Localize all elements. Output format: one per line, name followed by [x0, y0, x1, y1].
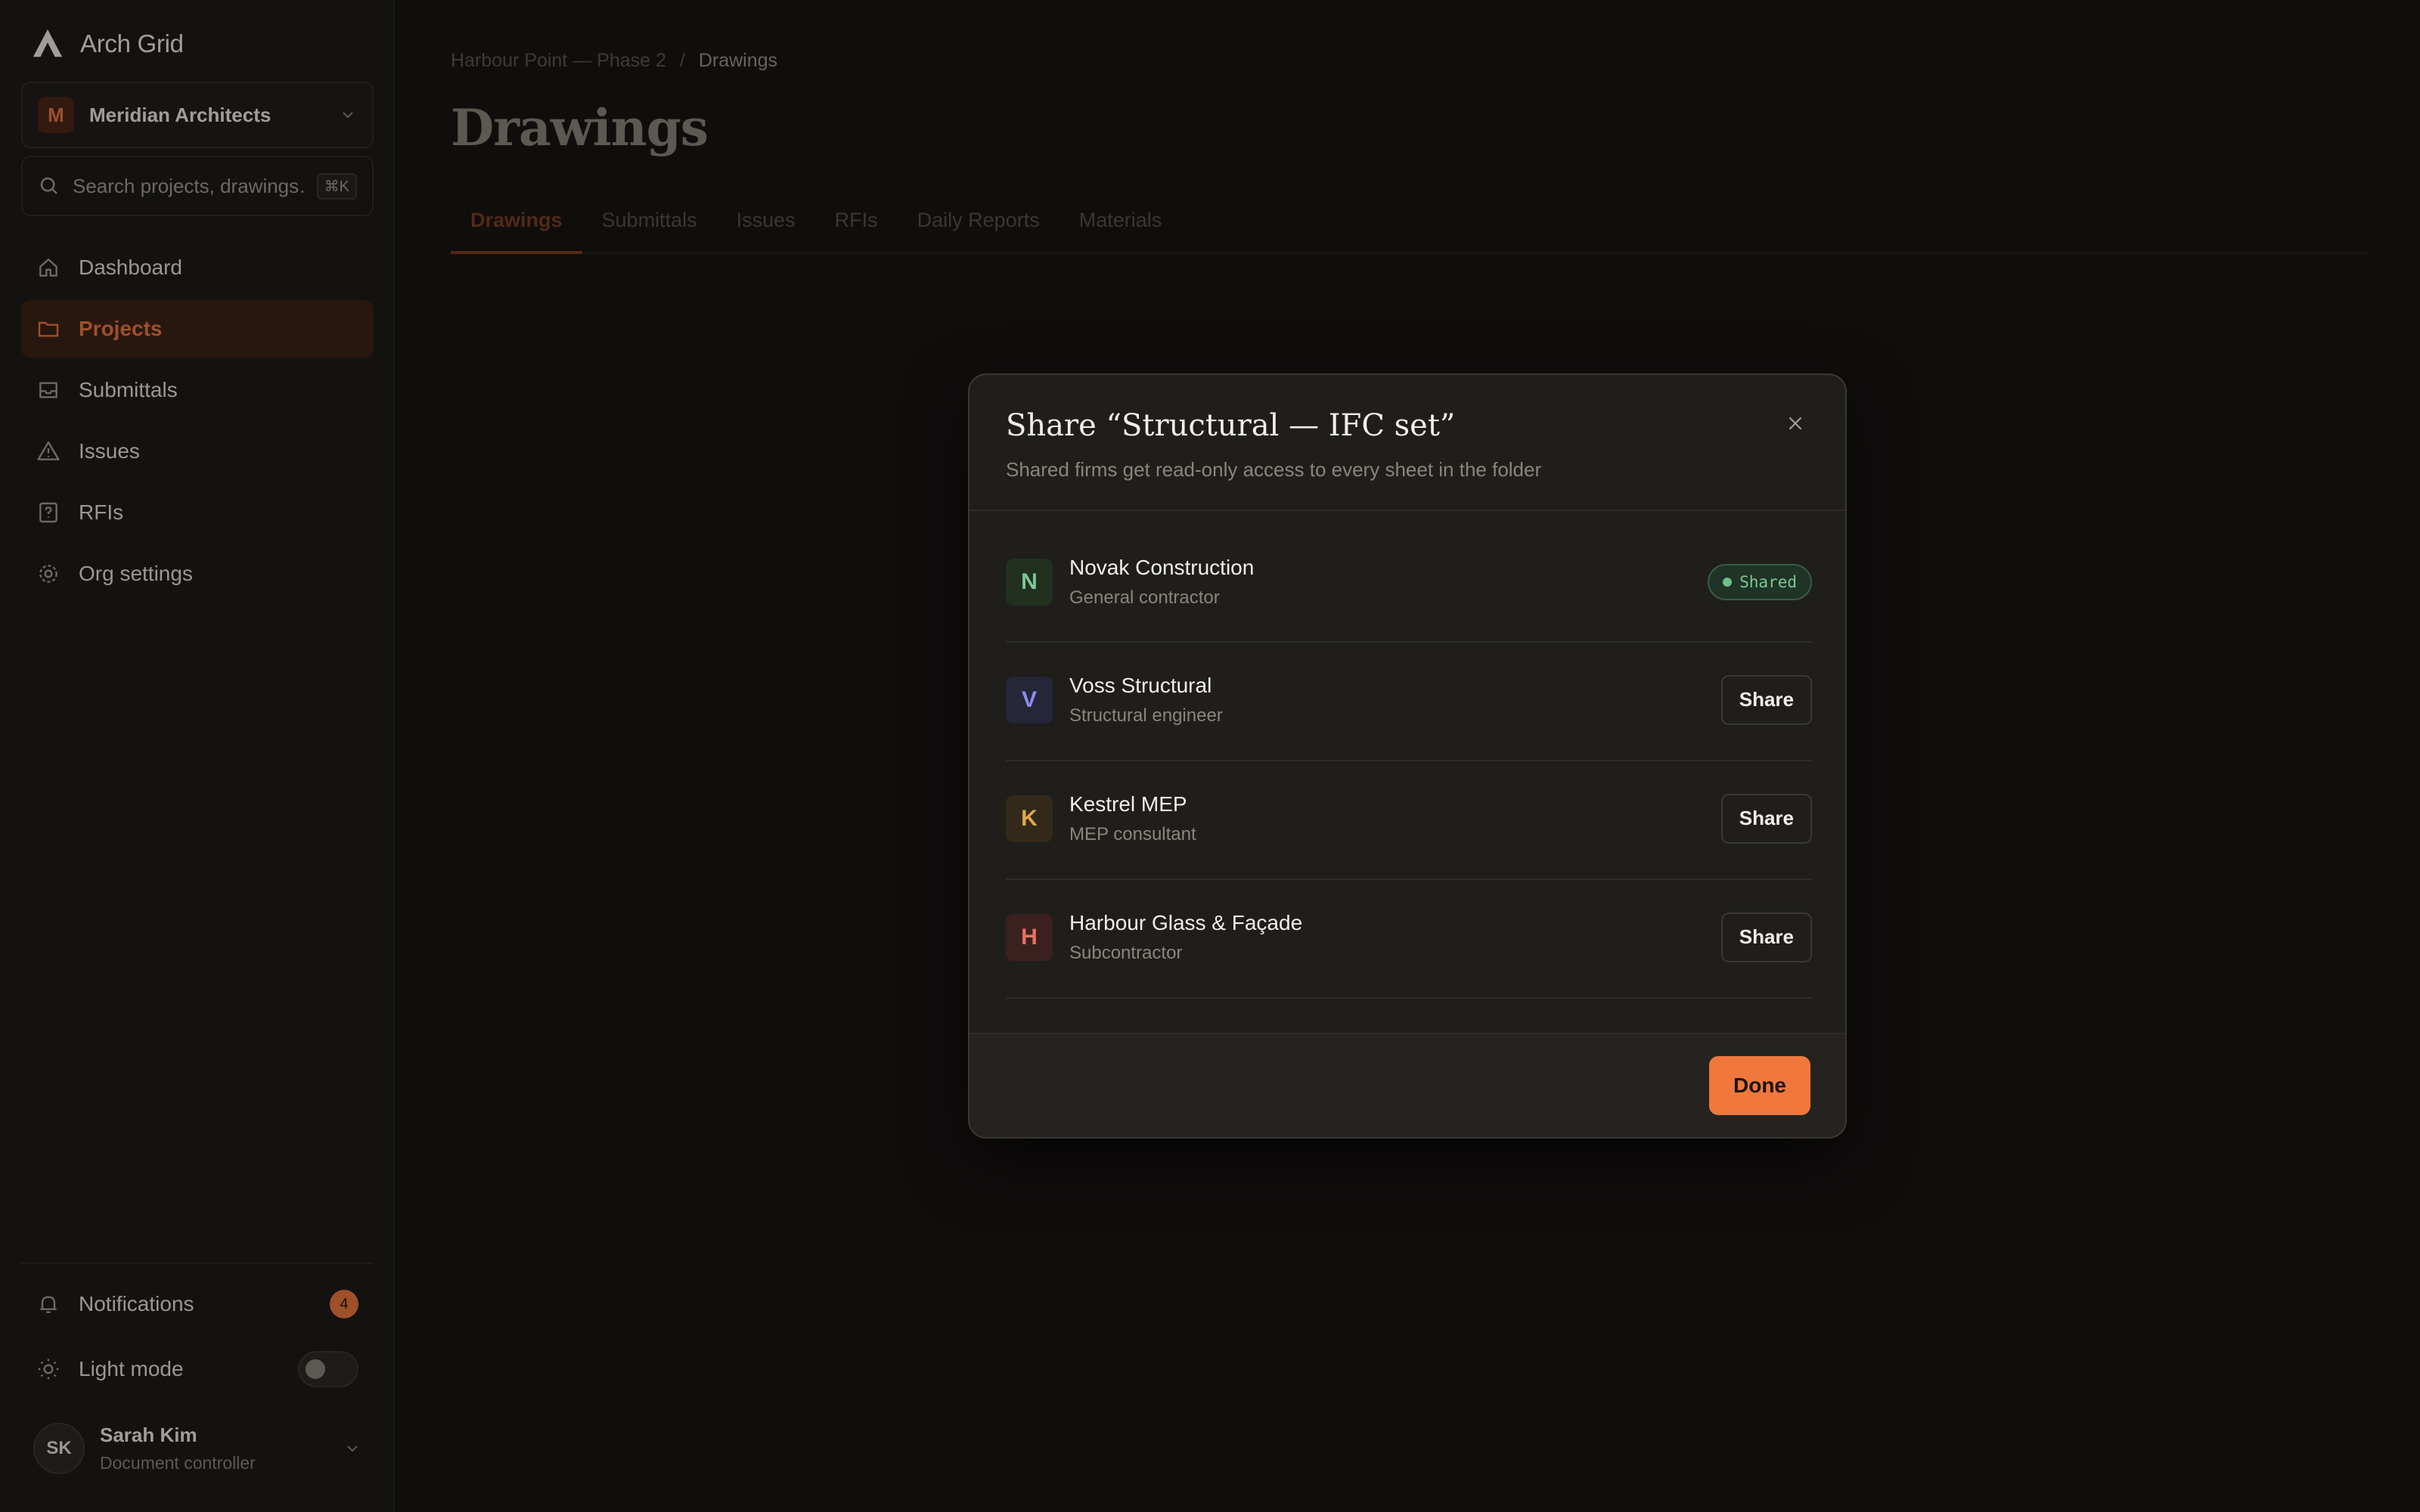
firm-role: MEP consultant — [1069, 823, 1196, 844]
share-button-voss[interactable]: Share — [1720, 674, 1812, 725]
firm-row-voss: V Voss Structural Structural engineer Sh… — [1006, 643, 1812, 761]
shared-status-badge: Shared — [1708, 564, 1812, 600]
firm-role: Subcontractor — [1069, 942, 1183, 963]
dialog-header: Share “Structural — IFC set” Shared firm… — [970, 375, 1845, 511]
status-dot-icon — [1723, 578, 1733, 587]
shared-status-label: Shared — [1739, 573, 1797, 591]
firm-role: General contractor — [1069, 587, 1220, 608]
firm-avatar: N — [1006, 559, 1053, 606]
firm-avatar: H — [1006, 913, 1053, 961]
firm-row-harbour-glass: H Harbour Glass & Façade Subcontractor S… — [1006, 880, 1812, 999]
dialog-subtitle: Shared firms get read-only access to eve… — [1006, 458, 1542, 481]
firm-role: Structural engineer — [1069, 705, 1223, 726]
firm-avatar: K — [1006, 795, 1053, 842]
firm-list: N Novak Construction General contractor … — [1006, 537, 1812, 999]
dialog-title: Share “Structural — IFC set” — [1006, 408, 1456, 443]
share-button-kestrel[interactable]: Share — [1720, 793, 1812, 844]
share-dialog: Share “Structural — IFC set” Shared firm… — [968, 373, 1847, 1139]
firm-name: Voss Structural — [1069, 673, 1212, 697]
close-icon — [1789, 417, 1802, 430]
firm-name: Novak Construction — [1069, 556, 1255, 579]
done-button[interactable]: Done — [1709, 1056, 1810, 1115]
firm-row-kestrel: K Kestrel MEP MEP consultant Share — [1006, 761, 1812, 880]
firm-name: Harbour Glass & Façade — [1069, 910, 1303, 934]
firm-name: Kestrel MEP — [1069, 792, 1187, 816]
firm-row-novak: N Novak Construction General contractor … — [1006, 537, 1812, 643]
share-button-harbour-glass[interactable]: Share — [1720, 912, 1812, 962]
dialog-footer: Done — [970, 1033, 1845, 1137]
firm-avatar: V — [1006, 676, 1053, 723]
close-button[interactable] — [1780, 408, 1810, 438]
